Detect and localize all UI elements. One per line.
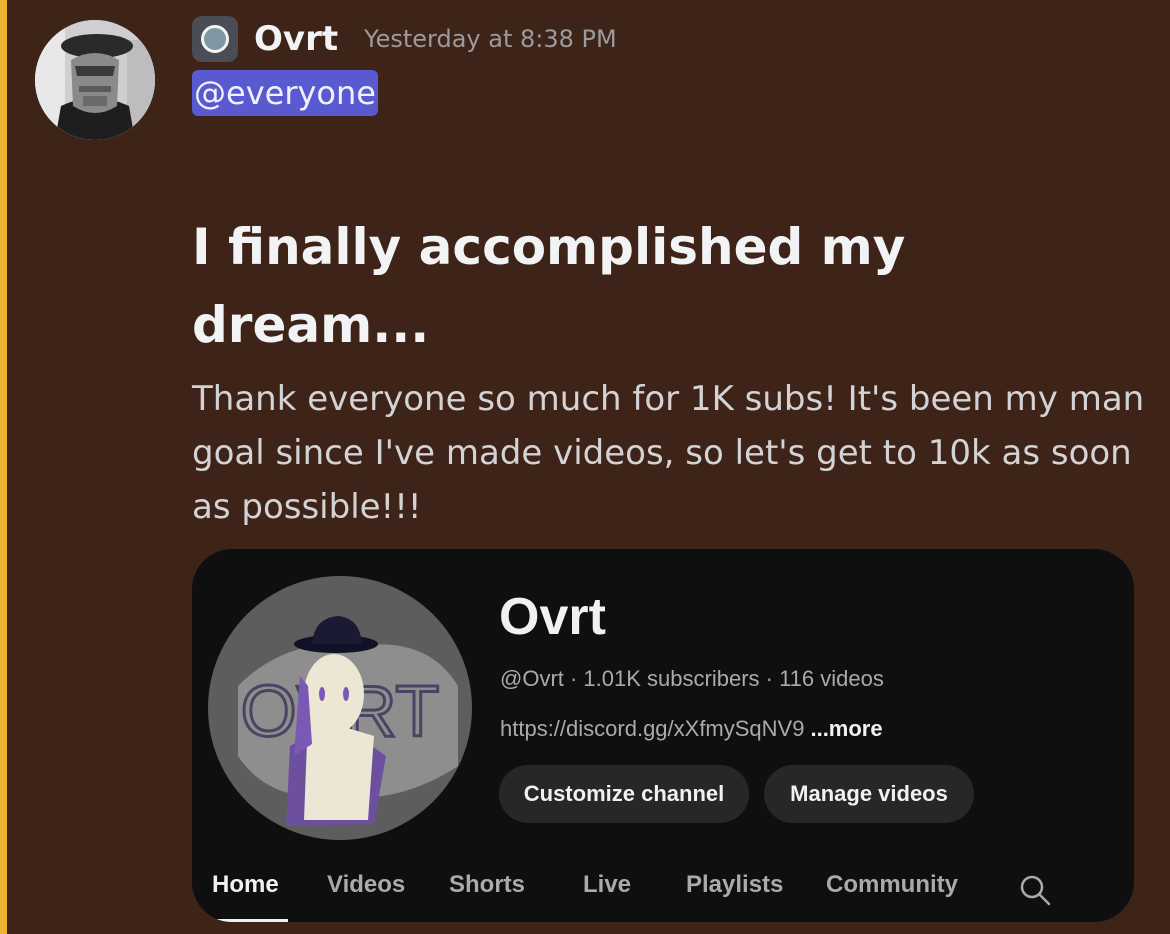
channel-tabs: Home Videos Shorts Live Playlists Commun… — [192, 859, 1134, 922]
channel-meta: @Ovrt · 1.01K subscribers · 116 videos — [500, 666, 884, 691]
username[interactable]: Ovrt — [254, 19, 338, 59]
message-body: Thank everyone so much for 1K subs! It's… — [192, 379, 1145, 527]
more-link[interactable]: ...more — [810, 716, 882, 741]
channel-avatar: OVRT — [208, 576, 472, 840]
channel-link[interactable]: https://discord.gg/xXfmySqNV9 — [500, 716, 804, 741]
masked-figure-avatar-image — [35, 20, 155, 140]
channel-name: Ovrt — [499, 588, 606, 646]
tab-shorts[interactable]: Shorts — [449, 871, 525, 899]
active-tab-indicator — [212, 919, 288, 922]
highlight-bar — [0, 0, 7, 934]
server-tag-badge[interactable] — [192, 16, 238, 62]
status-dot-icon — [201, 25, 229, 53]
channel-description: https://discord.gg/xXfmySqNV9 ...more — [500, 716, 883, 742]
customize-channel-button[interactable]: Customize channel — [499, 765, 749, 823]
tab-live[interactable]: Live — [583, 871, 631, 899]
message-timestamp: Yesterday at 8:38 PM — [364, 25, 617, 53]
message-header: Ovrt Yesterday at 8:38 PM — [192, 14, 617, 64]
manage-videos-button[interactable]: Manage videos — [764, 765, 974, 823]
tab-home[interactable]: Home — [212, 871, 279, 899]
message-heading: I finally accomplished my dream... — [192, 218, 906, 354]
tab-community[interactable]: Community — [826, 871, 958, 899]
youtube-channel-screenshot[interactable]: OVRT Ovrt @Ovrt · 1.01K subscribers · 11… — [192, 549, 1134, 922]
user-avatar[interactable] — [35, 20, 155, 140]
tab-videos[interactable]: Videos — [327, 871, 405, 899]
search-icon[interactable] — [1018, 873, 1052, 907]
tab-playlists[interactable]: Playlists — [686, 871, 783, 899]
everyone-mention[interactable]: @everyone — [192, 70, 378, 116]
